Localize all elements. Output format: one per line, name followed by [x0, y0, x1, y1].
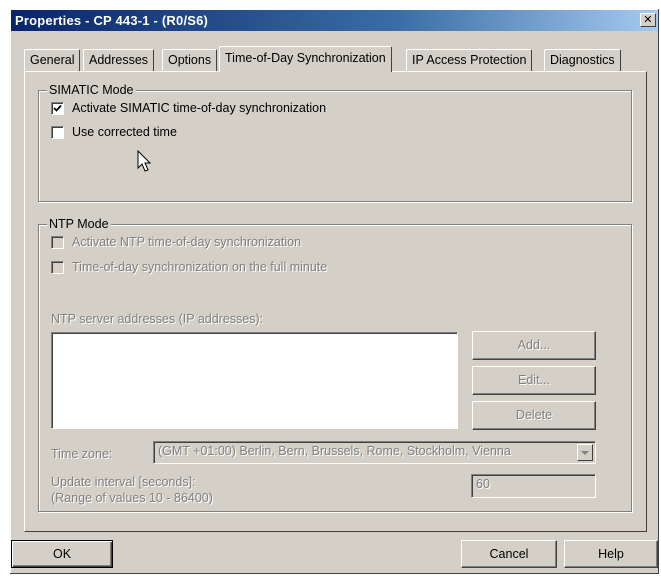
ntp-mode-group: NTP Mode Activate NTP time-of-day synchr… [38, 217, 632, 512]
tab-diagnostics[interactable]: Diagnostics [544, 49, 621, 71]
help-button[interactable]: Help [564, 540, 658, 568]
activate-ntp-sync-checkbox[interactable]: Activate NTP time-of-day synchronization [51, 235, 301, 249]
tab-label: Addresses [89, 53, 149, 67]
ntp-mode-title: NTP Mode [47, 217, 111, 231]
tab-addresses[interactable]: Addresses [83, 49, 155, 71]
chevron-down-icon [581, 451, 589, 455]
tab-label: General [30, 53, 75, 67]
update-interval-input[interactable]: 60 [471, 474, 596, 498]
tab-general[interactable]: General [24, 49, 81, 71]
close-button[interactable]: ✕ [640, 13, 656, 27]
update-interval-range-label: (Range of values 10 - 86400) [51, 491, 213, 505]
activate-simatic-sync-checkbox[interactable]: Activate SIMATIC time-of-day synchroniza… [51, 101, 326, 115]
full-minute-sync-label: Time-of-day synchronization on the full … [72, 260, 328, 274]
time-zone-value: (GMT +01:00) Berlin, Bern, Brussels, Rom… [158, 444, 511, 458]
properties-dialog: Properties - CP 443-1 - (R0/S6) ✕ Genera… [9, 8, 660, 575]
ok-button[interactable]: OK [11, 540, 113, 568]
checkbox-box[interactable] [51, 125, 64, 139]
tab-time-of-day-synchronization[interactable]: Time-of-Day Synchronization [219, 46, 392, 72]
activate-simatic-sync-label: Activate SIMATIC time-of-day synchroniza… [72, 101, 327, 115]
ntp-servers-label: NTP server addresses (IP addresses): [51, 312, 264, 326]
update-interval-value: 60 [476, 477, 490, 491]
ntp-server-list[interactable] [51, 332, 458, 429]
close-icon: ✕ [643, 13, 653, 26]
tab-panel: SIMATIC Mode Activate SIMATIC time-of-da… [24, 71, 647, 532]
checkbox-box[interactable] [51, 260, 64, 274]
checkbox-box[interactable] [51, 235, 64, 249]
simatic-mode-group: SIMATIC Mode Activate SIMATIC time-of-da… [38, 83, 632, 202]
time-zone-label: Time zone: [51, 447, 113, 461]
tab-label: Diagnostics [550, 53, 615, 67]
edit-button[interactable]: Edit... [472, 366, 596, 395]
use-corrected-time-checkbox[interactable]: Use corrected time [51, 125, 177, 139]
title-bar: Properties - CP 443-1 - (R0/S6) ✕ [11, 10, 658, 31]
cancel-button[interactable]: Cancel [461, 540, 557, 568]
tab-label: Options [168, 53, 212, 67]
update-interval-label: Update interval [seconds]: [51, 475, 196, 489]
checkbox-box[interactable] [51, 101, 64, 115]
activate-ntp-sync-label: Activate NTP time-of-day synchronization [72, 235, 302, 249]
tab-label: Time-of-Day Synchronization [225, 51, 386, 65]
simatic-mode-title: SIMATIC Mode [47, 83, 136, 97]
use-corrected-time-label: Use corrected time [72, 125, 177, 139]
time-zone-select[interactable]: (GMT +01:00) Berlin, Bern, Brussels, Rom… [153, 441, 596, 464]
tab-label: IP Access Protection [412, 53, 527, 67]
add-button[interactable]: Add... [472, 331, 596, 360]
tab-ip-access-protection[interactable]: IP Access Protection [406, 49, 533, 71]
full-minute-sync-checkbox[interactable]: Time-of-day synchronization on the full … [51, 260, 327, 274]
checkmark-icon [53, 104, 62, 112]
delete-button[interactable]: Delete [472, 401, 596, 430]
window-title: Properties - CP 443-1 - (R0/S6) [15, 13, 209, 28]
tab-options[interactable]: Options [162, 49, 218, 71]
dropdown-button[interactable] [577, 444, 593, 461]
